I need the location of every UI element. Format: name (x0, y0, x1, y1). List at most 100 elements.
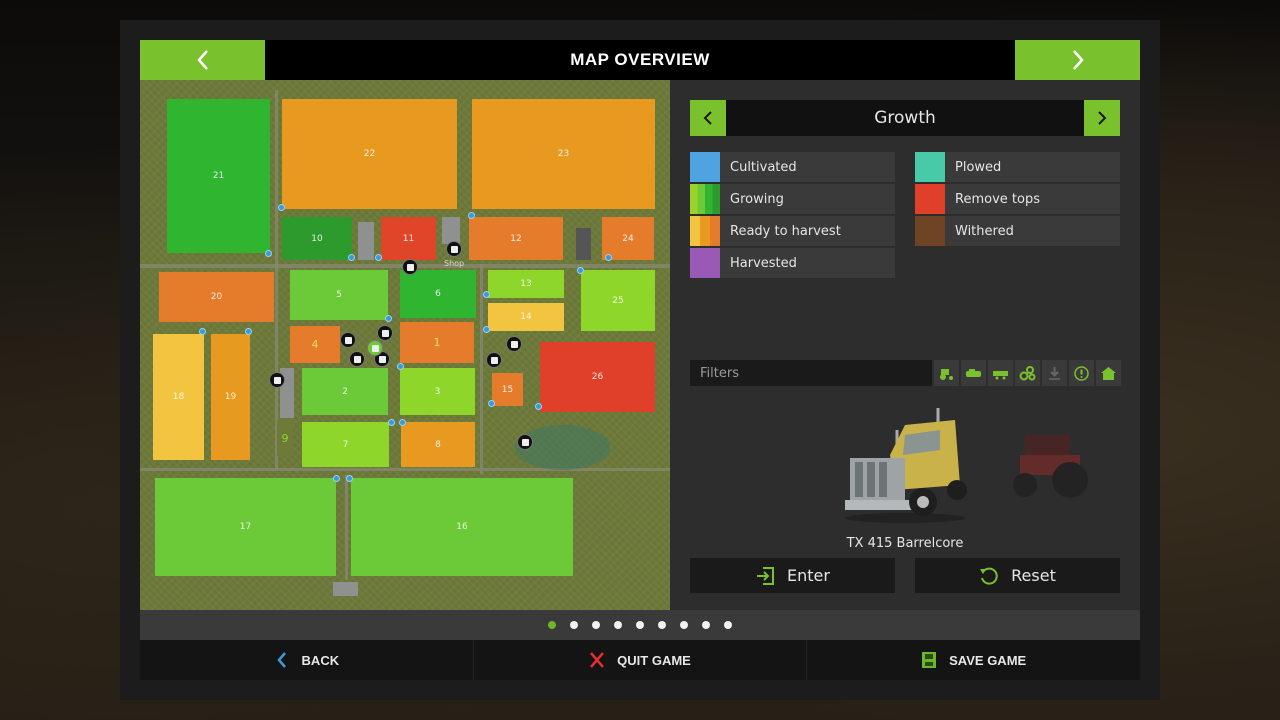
legend-label: Plowed (955, 159, 1002, 175)
legend-swatch (690, 248, 720, 278)
next-mode-button[interactable] (1084, 100, 1120, 136)
prev-mode-button[interactable] (690, 100, 726, 136)
field-marker (346, 475, 353, 482)
field-9[interactable]: 9 (277, 420, 293, 456)
field-marker (385, 315, 392, 322)
reset-button[interactable]: Reset (915, 558, 1120, 593)
field-14[interactable]: 14 (488, 303, 564, 331)
shop-icon[interactable] (446, 241, 462, 257)
page-dot[interactable] (592, 621, 600, 629)
field-1[interactable]: 1 (400, 322, 474, 363)
field-label: 5 (336, 290, 342, 300)
farm-map[interactable]: 21 22 23 10 11 12 24 20 5 6 13 14 25 4 1… (140, 80, 670, 610)
field-marker (333, 475, 340, 482)
field-label: 9 (281, 431, 289, 445)
page-dot[interactable] (702, 621, 710, 629)
legend-item-remove-tops[interactable]: Remove tops (915, 184, 1120, 214)
building-pad (576, 228, 591, 260)
filter-tractor-button[interactable] (934, 360, 959, 386)
page-dot[interactable] (570, 621, 578, 629)
field-label: 16 (456, 522, 468, 532)
page-dot[interactable] (680, 621, 688, 629)
prev-page-button[interactable] (140, 40, 265, 80)
field-18[interactable]: 18 (153, 334, 204, 460)
legend-item-cultivated[interactable]: Cultivated (690, 152, 895, 182)
sell-point-icon[interactable] (517, 434, 533, 450)
field-23[interactable]: 23 (472, 99, 655, 209)
field-15[interactable]: 15 (492, 373, 523, 406)
page-dot[interactable] (724, 621, 732, 629)
field-marker (605, 254, 612, 261)
legend-label: Harvested (730, 255, 797, 271)
field-marker (348, 254, 355, 261)
vehicle-icon[interactable] (349, 351, 365, 367)
back-chevron-icon (276, 652, 286, 668)
sell-point-icon[interactable] (486, 352, 502, 368)
legend-right: Plowed Remove tops Withered (915, 152, 1120, 248)
legend-item-plowed[interactable]: Plowed (915, 152, 1120, 182)
field-3[interactable]: 3 (400, 368, 475, 415)
filter-harvester-button[interactable] (961, 360, 986, 386)
vehicle-carousel[interactable] (690, 400, 1120, 530)
filter-warning-button[interactable] (1069, 360, 1094, 386)
field-label: 15 (501, 384, 514, 395)
field-4[interactable]: 4 (290, 326, 340, 363)
field-21[interactable]: 21 (167, 99, 270, 253)
chevron-left-icon (196, 50, 208, 70)
field-22[interactable]: 22 (282, 99, 457, 209)
map-road (275, 90, 278, 470)
field-13[interactable]: 13 (488, 270, 564, 298)
enter-label: Enter (787, 566, 830, 585)
save-label: SAVE GAME (949, 652, 1027, 668)
field-26[interactable]: 26 (540, 342, 655, 412)
quit-label: QUIT GAME (617, 652, 691, 668)
field-11[interactable]: 11 (381, 217, 436, 260)
legend-item-harvested[interactable]: Harvested (690, 248, 895, 278)
field-25[interactable]: 25 (581, 270, 655, 331)
next-page-button[interactable] (1015, 40, 1140, 80)
field-2[interactable]: 2 (302, 368, 388, 415)
vehicle-icon[interactable] (377, 325, 393, 341)
legend-left: Cultivated Growing Ready to harvest Harv… (690, 152, 895, 280)
field-8[interactable]: 8 (401, 422, 475, 467)
enter-button[interactable]: Enter (690, 558, 895, 593)
field-10[interactable]: 10 (282, 217, 352, 260)
chevron-left-icon (703, 111, 712, 125)
fuel-station-icon[interactable] (402, 259, 418, 275)
fuel-station-icon[interactable] (269, 372, 285, 388)
field-19[interactable]: 19 (211, 334, 250, 460)
legend-item-growing[interactable]: Growing (690, 184, 895, 214)
field-16[interactable]: 16 (351, 478, 573, 576)
legend-item-ready-to-harvest[interactable]: Ready to harvest (690, 216, 895, 246)
field-20[interactable]: 20 (159, 272, 274, 322)
field-17[interactable]: 17 (155, 478, 336, 576)
field-7[interactable]: 7 (302, 422, 389, 467)
header-bar: MAP OVERVIEW (140, 40, 1140, 80)
filter-trailer-button[interactable] (988, 360, 1013, 386)
back-button[interactable]: BACK (140, 640, 474, 680)
filter-tools-button[interactable] (1015, 360, 1040, 386)
legend-label: Growing (730, 191, 784, 207)
filter-download-button[interactable] (1042, 360, 1067, 386)
field-5[interactable]: 5 (290, 270, 388, 320)
quit-game-button[interactable]: QUIT GAME (474, 640, 808, 680)
legend-item-withered[interactable]: Withered (915, 216, 1120, 246)
chevron-right-icon (1072, 50, 1084, 70)
field-12[interactable]: 12 (469, 217, 563, 260)
field-label: 22 (363, 149, 376, 159)
filters-input[interactable] (690, 360, 932, 386)
vehicle-icon[interactable] (340, 332, 356, 348)
save-game-button[interactable]: SAVE GAME (807, 640, 1140, 680)
page-dot[interactable] (636, 621, 644, 629)
legend-swatch (915, 184, 945, 214)
player-icon[interactable] (367, 340, 383, 356)
page-dot[interactable] (658, 621, 666, 629)
page-dot[interactable] (614, 621, 622, 629)
sell-point-icon[interactable] (506, 336, 522, 352)
legend-swatch (690, 184, 720, 214)
field-label: 11 (402, 233, 415, 244)
filter-farm-button[interactable] (1096, 360, 1121, 386)
page-dot[interactable] (548, 621, 556, 629)
field-6[interactable]: 6 (400, 270, 476, 318)
field-label: 7 (342, 439, 349, 450)
